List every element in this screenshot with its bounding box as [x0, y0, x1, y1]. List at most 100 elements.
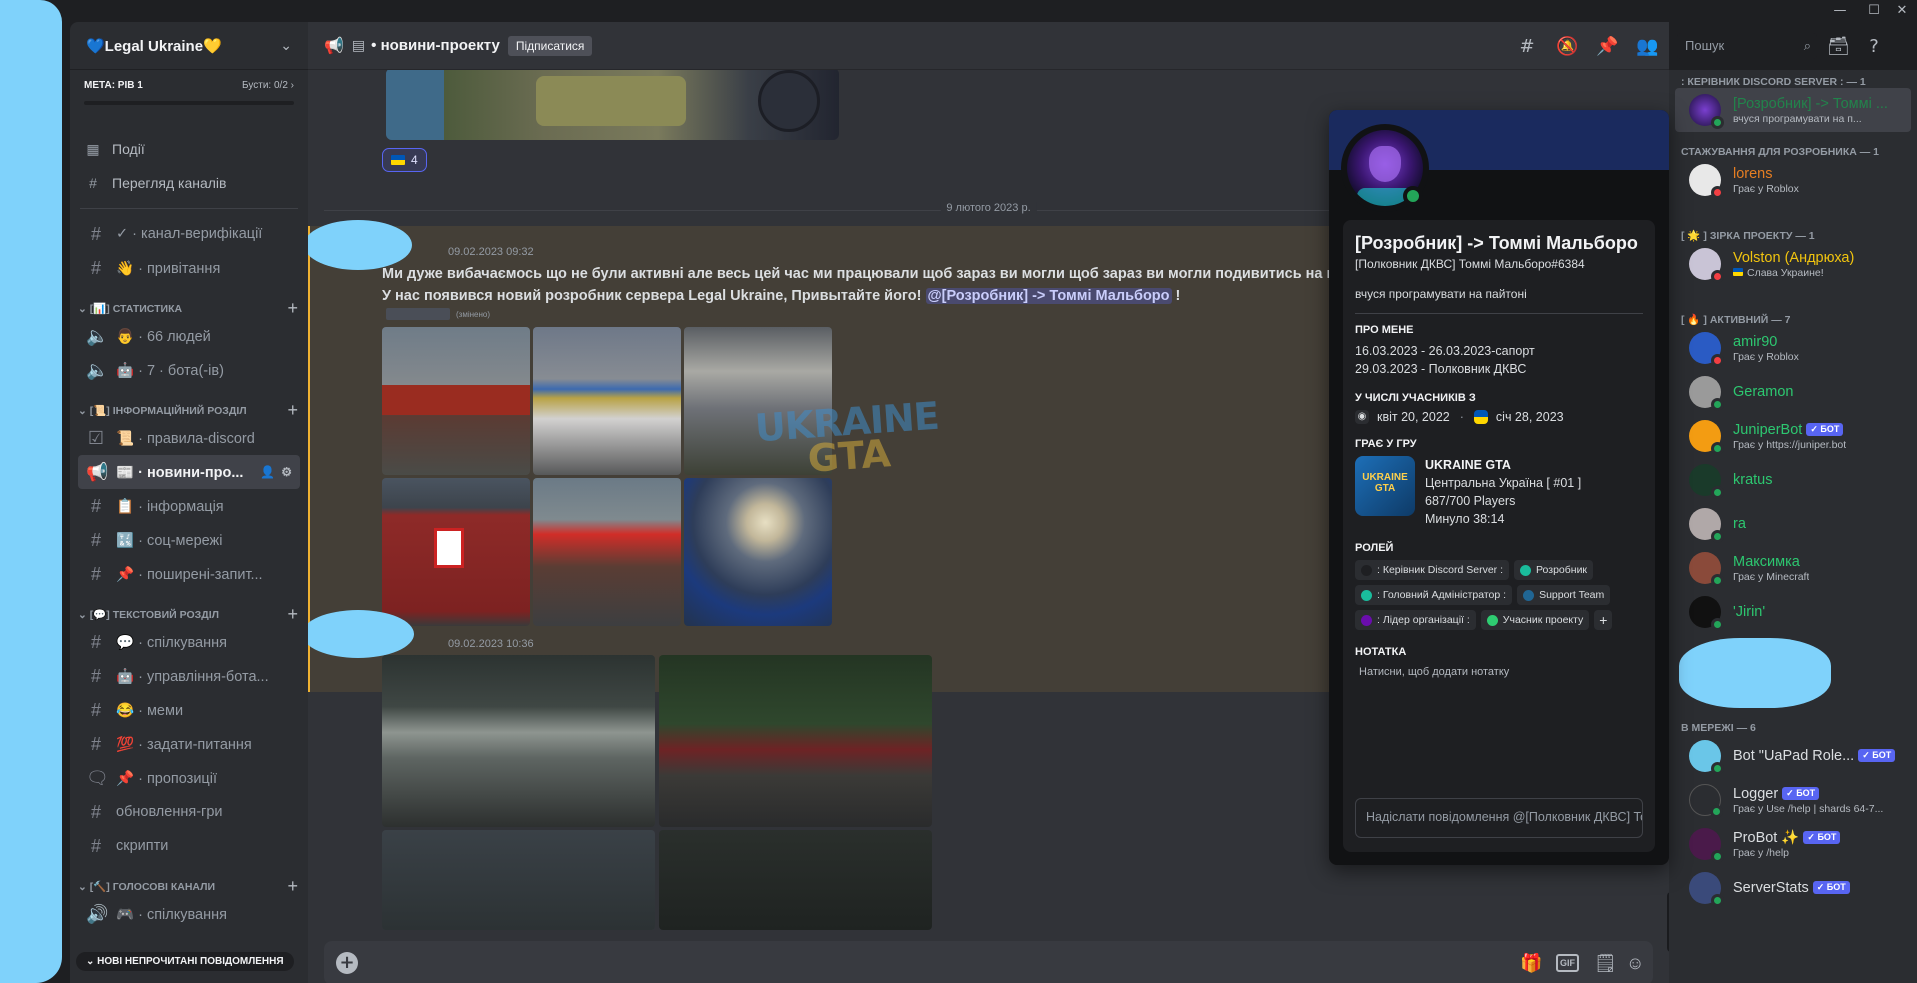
member-item[interactable]: ServerStats ✓ БОТ: [1675, 866, 1911, 910]
channel-game-updates[interactable]: # обновлення-гри: [78, 795, 300, 829]
member-item[interactable]: Bot "UaPad Role... ✓ БОТ: [1675, 734, 1911, 778]
channel-rules[interactable]: ☑ 📜 · правила-discord: [78, 421, 300, 455]
screenshot-moon-night[interactable]: [684, 478, 832, 626]
channel-info[interactable]: # 📋 · інформація: [78, 489, 300, 523]
new-unread-messages-button[interactable]: ⌄ НОВІ НЕПРОЧИТАНІ ПОВІДОМЛЕННЯ: [76, 952, 294, 971]
screenshot-nova-poshta[interactable]: [533, 478, 681, 626]
role-pill[interactable]: : Лідер організації :: [1355, 610, 1476, 630]
member-item[interactable]: JuniperBot ✓ БОТ Грає у https://juniper.bo…: [1675, 414, 1911, 458]
member-item[interactable]: Volston (Андрюха) Слава Украине!: [1675, 242, 1911, 286]
add-channel-icon[interactable]: +: [287, 299, 298, 317]
member-item[interactable]: ProBot ✨ ✓ БОТ Грає у /help: [1675, 822, 1911, 866]
channel-memes[interactable]: # 😂 · меми: [78, 693, 300, 727]
user-mention[interactable]: @[Розробник] -> Томмі Мальборо: [925, 288, 1172, 304]
maximize-icon[interactable]: ☐: [1860, 1, 1888, 21]
channel-stats-people[interactable]: 🔈 👨 · 66 людей: [78, 319, 300, 353]
category-stats[interactable]: ⌄ [📊] СТАТИСТИКА +: [70, 285, 308, 319]
add-role-button[interactable]: +: [1594, 610, 1613, 630]
mute-bell-icon[interactable]: 🔕: [1556, 36, 1578, 58]
member-item[interactable]: 'Jirin': [1675, 590, 1911, 634]
speaker-lock-icon: 🔈: [86, 359, 109, 380]
screenshot-hospital[interactable]: [382, 655, 655, 827]
member-status: Грає у /help: [1733, 847, 1789, 859]
events-link[interactable]: ▦ Події: [70, 132, 308, 166]
speedometer: [758, 70, 820, 132]
channel-news-active[interactable]: 📢 📰 · новини-про... 👤 ⚙: [78, 455, 300, 489]
screenshot-autoservice[interactable]: [533, 327, 681, 475]
screenshot-kfc[interactable]: [382, 478, 530, 626]
role-pill[interactable]: Учасник проекту: [1480, 610, 1590, 630]
member-item[interactable]: Logger ✓ БОТ Грає у Use /help | shards 64-…: [1675, 778, 1911, 822]
role-pill[interactable]: : Головний Адміністратор :: [1355, 585, 1513, 605]
channel-chat[interactable]: # 💬 · спілкування: [78, 625, 300, 659]
member-item[interactable]: Максимка Грає у Minecraft: [1675, 546, 1911, 590]
member-list-icon[interactable]: 👥: [1636, 36, 1658, 58]
channel-label: 😂 · меми: [116, 702, 184, 719]
add-attachment-icon[interactable]: +: [336, 952, 358, 974]
role-pill[interactable]: Розробник: [1514, 560, 1594, 580]
inbox-icon[interactable]: 🗃: [1827, 36, 1850, 58]
pin-icon[interactable]: 📌: [1596, 36, 1618, 58]
invite-icon[interactable]: 👤: [260, 465, 275, 479]
category-info[interactable]: ⌄ [📜] ІНФОРМАЦІЙНИЙ РОЗДІЛ +: [70, 387, 308, 421]
image-attachment[interactable]: [386, 70, 839, 140]
playing-heading: ГРАЄ У ГРУ: [1355, 438, 1417, 450]
gif-icon[interactable]: GIF: [1556, 954, 1579, 972]
avatar: [1689, 248, 1724, 283]
gift-icon[interactable]: 🎁: [1520, 951, 1542, 975]
channel-bot-control[interactable]: # 🤖 · управління-бота...: [78, 659, 300, 693]
screenshot-night-shop[interactable]: [659, 655, 932, 827]
role-pill[interactable]: : Керівник Discord Server :: [1355, 560, 1509, 580]
channel-suggestions[interactable]: 🗨 📌 · пропозиції: [78, 761, 300, 795]
red-storefront: [382, 385, 530, 415]
member-item[interactable]: [Розробник] -> Томмі ... вчуся програмува…: [1675, 88, 1911, 132]
channel-faq[interactable]: # 📌 · поширені-запит...: [78, 557, 300, 591]
channel-scripts[interactable]: # скрипти: [78, 829, 300, 863]
screenshot-building[interactable]: [382, 327, 530, 475]
rules-icon: ☑: [87, 427, 105, 448]
channel-questions[interactable]: # 💯 · задати-питання: [78, 727, 300, 761]
channel-stats-bots[interactable]: 🔈 🤖 · 7 · бота(-ів): [78, 353, 300, 387]
follow-button[interactable]: Підписатися: [507, 35, 593, 56]
help-icon[interactable]: ?: [1863, 36, 1885, 58]
channel-social[interactable]: # 🔣 · соц-мережі: [78, 523, 300, 557]
minimize-icon[interactable]: —: [1826, 1, 1854, 21]
member-group-heading: [ 🌟 ] ЗІРКА ПРОЕКТУ — 1: [1681, 230, 1815, 242]
profile-username: [Полковник ДКВС] Томмі Мальборо#6384: [1355, 257, 1585, 271]
search-input[interactable]: Пошук ⌕: [1677, 33, 1817, 59]
gear-icon[interactable]: ⚙: [281, 465, 292, 479]
message-composer[interactable]: + 🎁 GIF 🗒 ☺: [324, 941, 1653, 983]
category-voice[interactable]: ⌄ [🔨] ГОЛОСОВІ КАНАЛИ +: [70, 863, 308, 897]
bot-badge: ✓ БОТ: [1812, 881, 1850, 894]
screenshot-dark[interactable]: [659, 830, 932, 930]
online-status-icon: [1711, 116, 1724, 129]
reaction-flag[interactable]: 4: [382, 148, 427, 172]
threads-icon[interactable]: #: [1516, 36, 1538, 58]
server-header[interactable]: 💙Legal Ukraine💛 ⌄: [70, 22, 308, 70]
role-name: Учасник проекту: [1502, 614, 1584, 626]
add-channel-icon[interactable]: +: [287, 401, 298, 419]
profile-avatar[interactable]: [1341, 124, 1429, 212]
note-input[interactable]: Натисни, щоб додати нотатку: [1355, 666, 1643, 678]
browse-channels-link[interactable]: # Перегляд каналів: [70, 166, 308, 200]
member-item[interactable]: amir90 Грає у Roblox: [1675, 326, 1911, 370]
add-channel-icon[interactable]: +: [287, 605, 298, 623]
role-pill[interactable]: Support Team: [1517, 585, 1611, 605]
member-item[interactable]: kratus: [1675, 458, 1911, 502]
sticker-icon[interactable]: 🗒: [1594, 951, 1617, 975]
channel-label: 💯 · задати-питання: [116, 736, 252, 753]
avatar: [1689, 376, 1724, 411]
member-item[interactable]: Geramon: [1675, 370, 1911, 414]
screenshot-street[interactable]: [382, 830, 655, 930]
channel-welcome[interactable]: # 👋 · привітання: [78, 251, 300, 285]
boost-goal[interactable]: МЕТА: РІВ 1 Бусти: 0/2 ›: [70, 70, 308, 118]
emoji-icon[interactable]: ☺: [1626, 951, 1644, 975]
channel-verification[interactable]: # ✓ · канал-верифікації: [78, 217, 300, 251]
member-item[interactable]: ra: [1675, 502, 1911, 546]
voice-channel-chat[interactable]: 🔊 🎮 · спілкування: [78, 897, 300, 931]
category-text[interactable]: ⌄ [💬] ТЕКСТОВИЙ РОЗДІЛ +: [70, 591, 308, 625]
add-channel-icon[interactable]: +: [287, 877, 298, 895]
member-item[interactable]: lorens Грає у Roblox: [1675, 158, 1911, 202]
close-icon[interactable]: ✕: [1888, 1, 1916, 21]
direct-message-input[interactable]: Надіслати повідомлення @[Полковник ДКВС]…: [1355, 798, 1643, 838]
